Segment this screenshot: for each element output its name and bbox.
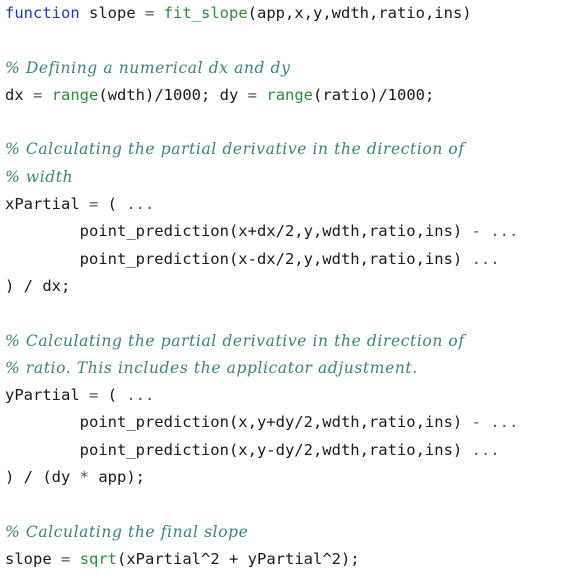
code-operator: ...: [126, 195, 155, 214]
code-text: ) / (dy: [5, 468, 80, 487]
code-text: (ratio)/1000;: [313, 85, 435, 104]
code-operator: *: [79, 468, 89, 487]
code-operator: ...: [126, 386, 155, 405]
code-text: app);: [89, 468, 145, 487]
code-line: % Calculating the final slope: [5, 519, 518, 546]
code-text: (: [98, 386, 127, 405]
code-line: % Defining a numerical dx and dy: [5, 55, 518, 82]
code-line: % width: [5, 164, 518, 191]
code-line: slope = sqrt(xPartial^2 + yPartial^2);: [5, 546, 518, 573]
code-text: point_prediction(x,y+dy/2,wdth,ratio,ins…: [5, 413, 472, 432]
code-line: point_prediction(x+dx/2,y,wdth,ratio,ins…: [5, 218, 519, 245]
code-operator: =: [89, 195, 99, 214]
code-comment: % Defining a numerical dx and dy: [5, 58, 291, 77]
code-line: point_prediction(x,y-dy/2,wdth,ratio,ins…: [5, 437, 518, 464]
code-operator: =: [33, 85, 43, 104]
code-operator: =: [144, 4, 155, 22]
code-line: function slope = fit_slope(app,x,y,wdth,…: [5, 0, 518, 27]
code-operator: =: [89, 386, 99, 405]
code-function: fit_slope: [163, 4, 248, 22]
code-comment: % ratio. This includes the applicator ad…: [5, 358, 418, 377]
code-text: (wdth)/1000; dy: [98, 85, 248, 104]
code-function: sqrt: [79, 549, 118, 568]
code-operator: ...: [490, 222, 519, 241]
code-line: point_prediction(x-dx/2,y,wdth,ratio,ins…: [5, 246, 518, 273]
code-line: yPartial = ( ...: [5, 382, 518, 409]
code-comment: % Calculating the partial derivative in …: [5, 331, 465, 350]
code-operator: -: [471, 222, 481, 241]
code-text: point_prediction(x-dx/2,y,wdth,ratio,ins…: [5, 249, 472, 268]
code-operator: =: [247, 85, 258, 104]
code-text: slope: [5, 549, 61, 568]
code-text: dx: [5, 85, 33, 104]
code-text: ) / dx;: [5, 276, 71, 295]
code-comment: % Calculating the final slope: [5, 522, 249, 541]
code-text: yPartial: [5, 386, 89, 405]
code-text: xPartial: [5, 195, 89, 214]
code-operator: =: [61, 549, 71, 568]
code-line: % Calculating the partial derivative in …: [5, 136, 518, 163]
code-text: (: [98, 195, 127, 214]
code-operator: ...: [471, 249, 500, 268]
code-listing: function slope = fit_slope(app,x,y,wdth,…: [5, 0, 518, 573]
code-line: dx = range(wdth)/1000; dy = range(ratio)…: [5, 82, 518, 109]
code-line: ) / dx;: [5, 273, 518, 300]
code-comment: % Calculating the partial derivative in …: [5, 140, 465, 159]
code-line: % Calculating the partial derivative in …: [5, 328, 518, 355]
code-operator: -: [471, 413, 481, 432]
code-operator: ...: [490, 413, 519, 432]
code-line: point_prediction(x,y+dy/2,wdth,ratio,ins…: [5, 409, 519, 436]
code-text: (app,x,y,wdth,ratio,ins): [247, 4, 472, 22]
code-text: point_prediction(x,y-dy/2,wdth,ratio,ins…: [5, 440, 472, 459]
code-function: range: [51, 85, 99, 104]
code-text: slope: [79, 4, 145, 22]
code-line: % ratio. This includes the applicator ad…: [5, 355, 518, 382]
code-text: point_prediction(x+dx/2,y,wdth,ratio,ins…: [5, 222, 472, 241]
code-keyword: function: [5, 4, 80, 22]
code-text: (xPartial^2 + yPartial^2);: [117, 549, 360, 568]
code-line: xPartial = ( ...: [5, 191, 518, 218]
code-line: ) / (dy * app);: [5, 464, 518, 491]
code-comment: % width: [5, 167, 74, 186]
code-function: range: [266, 85, 314, 104]
code-operator: ...: [471, 440, 500, 459]
